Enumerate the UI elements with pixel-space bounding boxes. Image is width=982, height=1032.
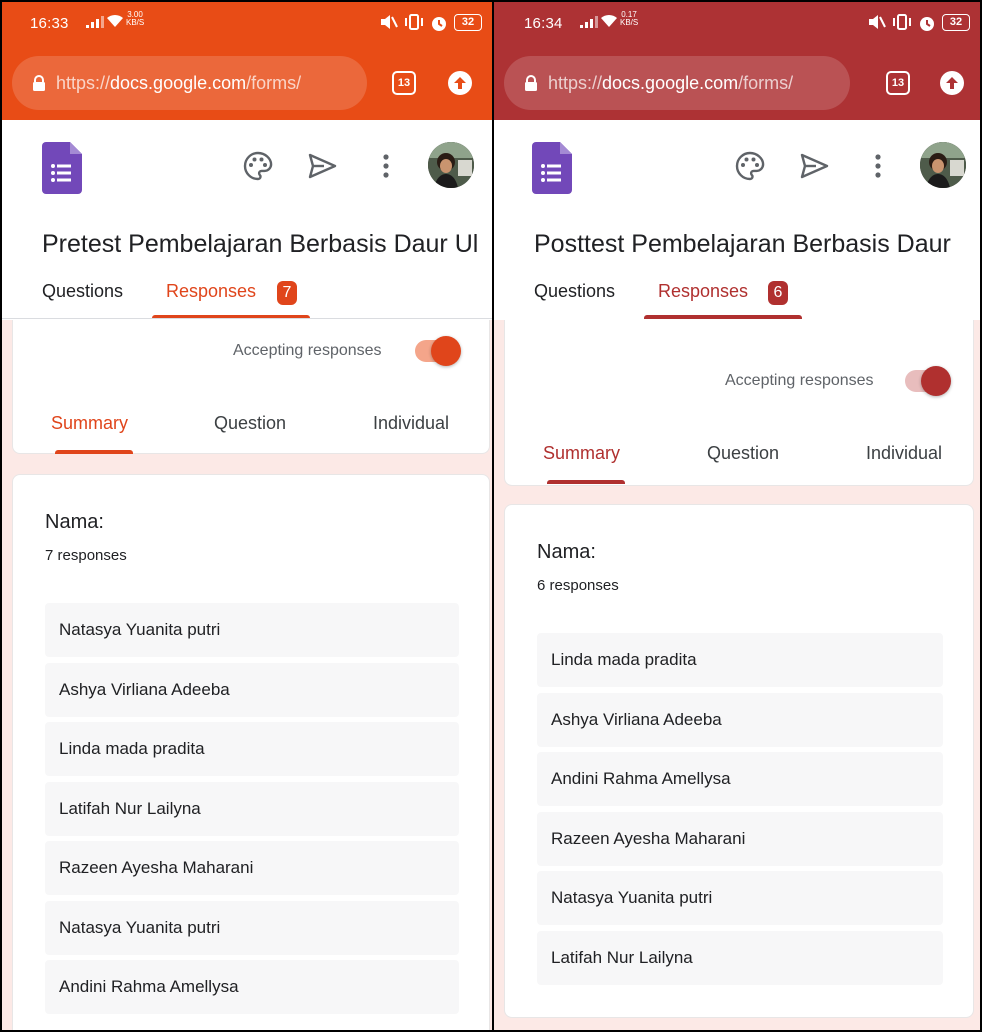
phone-screen-posttest: 16:34 0.17 KB/S 32 https://docs.google.c… (492, 0, 982, 1032)
url-bar[interactable]: https://docs.google.com/forms/ (12, 56, 367, 110)
battery-indicator: 32 (942, 14, 970, 31)
network-speed: 3.00 KB/S (126, 10, 145, 27)
status-bar: 16:34 0.17 KB/S 32 (494, 2, 980, 44)
status-time: 16:34 (524, 15, 563, 32)
signal-icon (580, 16, 598, 31)
upload-icon[interactable] (448, 71, 472, 95)
alarm-icon (430, 14, 448, 35)
signal-icon (86, 16, 104, 31)
subtab-indicator (547, 480, 625, 484)
list-item: Latifah Nur Lailyna (537, 931, 943, 985)
toggle-knob (921, 366, 951, 396)
subtab-question[interactable]: Question (214, 413, 286, 434)
send-icon[interactable] (306, 150, 338, 182)
tab-responses[interactable]: Responses (166, 281, 256, 302)
question-summary-card: Nama: 7 responses Natasya Yuanita putri … (12, 474, 490, 1030)
wifi-icon (106, 14, 124, 31)
browser-top-bar: 16:33 3.00 KB/S 32 https://docs.google.c… (2, 2, 496, 120)
status-time: 16:33 (30, 15, 69, 32)
url-text: https://docs.google.com/forms/ (548, 73, 794, 93)
list-item: Ashya Virliana Adeeba (45, 663, 459, 717)
lock-icon (524, 75, 538, 91)
list-item: Andini Rahma Amellysa (537, 752, 943, 806)
forms-header: Pretest Pembelajaran Berbasis Daur Ul Qu… (2, 120, 496, 320)
form-title: Pretest Pembelajaran Berbasis Daur Ul (42, 230, 478, 258)
status-bar: 16:33 3.00 KB/S 32 (2, 2, 496, 44)
response-count-text: 6 responses (537, 577, 619, 594)
accepting-responses-label: Accepting responses (725, 372, 874, 389)
list-item: Ashya Virliana Adeeba (537, 693, 943, 747)
accepting-responses-toggle[interactable] (415, 336, 461, 366)
alarm-icon (918, 14, 936, 35)
mute-icon (866, 14, 886, 33)
subtab-summary[interactable]: Summary (51, 413, 128, 434)
tab-questions[interactable]: Questions (42, 281, 123, 302)
google-forms-logo[interactable] (42, 142, 82, 194)
list-item: Natasya Yuanita putri (45, 603, 459, 657)
header-divider (2, 318, 496, 319)
subtab-indicator (55, 450, 133, 454)
responses-count-badge: 6 (768, 281, 788, 305)
phone-screen-pretest: 16:33 3.00 KB/S 32 https://docs.google.c… (0, 0, 498, 1032)
avatar[interactable] (920, 142, 966, 188)
accepting-responses-toggle[interactable] (905, 366, 951, 396)
tab-responses[interactable]: Responses (658, 281, 748, 302)
tab-questions[interactable]: Questions (534, 281, 615, 302)
list-item: Andini Rahma Amellysa (45, 960, 459, 1014)
list-item: Razeen Ayesha Maharani (45, 841, 459, 895)
google-forms-logo[interactable] (532, 142, 572, 194)
list-item: Razeen Ayesha Maharani (537, 812, 943, 866)
avatar[interactable] (428, 142, 474, 188)
responses-control-card: Accepting responses Summary Question Ind… (12, 320, 490, 454)
tab-switcher-button[interactable]: 13 (392, 71, 416, 95)
active-tab-indicator (644, 315, 802, 319)
toggle-knob (431, 336, 461, 366)
responses-count-badge: 7 (277, 281, 297, 305)
network-speed: 0.17 KB/S (620, 10, 639, 27)
forms-header: Posttest Pembelajaran Berbasis Daur L Qu… (494, 120, 980, 320)
battery-indicator: 32 (454, 14, 482, 31)
upload-icon[interactable] (940, 71, 964, 95)
subtab-question[interactable]: Question (707, 443, 779, 464)
vibrate-icon (892, 14, 912, 33)
subtab-individual[interactable]: Individual (373, 413, 449, 434)
question-title: Nama: (45, 511, 104, 533)
browser-top-bar: 16:34 0.17 KB/S 32 https://docs.google.c… (494, 2, 980, 120)
lock-icon (32, 75, 46, 91)
vibrate-icon (404, 14, 424, 33)
palette-icon[interactable] (242, 150, 274, 182)
url-bar[interactable]: https://docs.google.com/forms/ (504, 56, 850, 110)
list-item: Natasya Yuanita putri (537, 871, 943, 925)
wifi-icon (600, 14, 618, 31)
url-text: https://docs.google.com/forms/ (56, 73, 302, 93)
send-icon[interactable] (798, 150, 830, 182)
palette-icon[interactable] (734, 150, 766, 182)
list-item: Linda mada pradita (537, 633, 943, 687)
list-item: Linda mada pradita (45, 722, 459, 776)
response-count-text: 7 responses (45, 547, 127, 564)
subtab-individual[interactable]: Individual (866, 443, 942, 464)
question-title: Nama: (537, 541, 596, 563)
form-title: Posttest Pembelajaran Berbasis Daur L (534, 230, 954, 258)
more-vert-icon[interactable] (862, 150, 894, 182)
more-vert-icon[interactable] (370, 150, 402, 182)
list-item: Natasya Yuanita putri (45, 901, 459, 955)
subtab-summary[interactable]: Summary (543, 443, 620, 464)
mute-icon (378, 14, 398, 33)
responses-control-card: Accepting responses Summary Question Ind… (504, 320, 974, 486)
tab-switcher-button[interactable]: 13 (886, 71, 910, 95)
list-item: Latifah Nur Lailyna (45, 782, 459, 836)
accepting-responses-label: Accepting responses (233, 342, 382, 359)
question-summary-card: Nama: 6 responses Linda mada pradita Ash… (504, 504, 974, 1018)
